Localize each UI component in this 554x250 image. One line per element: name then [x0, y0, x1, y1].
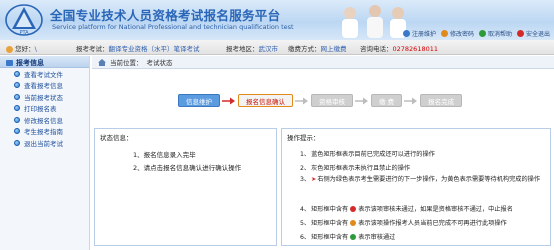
status-line: 2、请点击报名信息确认进行确认操作 [133, 164, 242, 172]
green-check-icon [350, 233, 357, 240]
svg-text:PTA: PTA [19, 30, 29, 36]
breadcrumb: 当前位置： 考试状态 [92, 56, 554, 69]
pta-logo-icon: PTA [5, 4, 43, 36]
sidebar-item-current-status[interactable]: 当前报考状态 [0, 91, 89, 103]
tips-panel: 操作提示： 1、 蓝色矩形框表示目前已完成还可以进行的操作 2、 灰色矩形框表示未执… [281, 128, 551, 246]
tip-line: 5、 矩形框中含有 表示该项操作报考人员当前已完成不可再进行此项操作 [300, 219, 507, 227]
bullet-icon [14, 116, 20, 123]
help-link[interactable]: 取消帮助 [478, 29, 512, 38]
red-arrow-icon: ➤ [311, 176, 317, 183]
status-panel: 状态信息： 1、报名信息录入完毕 2、请点击报名信息确认进行确认操作 [94, 128, 277, 246]
bullet-icon [14, 128, 20, 135]
progress-steps: 信息维护 报名信息确认 资格审核 缴 费 报名完成 [178, 94, 463, 107]
step-payment: 缴 费 [371, 94, 403, 107]
status-line: 1、报名信息录入完毕 [133, 151, 196, 159]
sidebar-item-guide[interactable]: 考生报考指南 [0, 126, 89, 138]
register-maintain-link[interactable]: 注册维护 [402, 29, 436, 38]
tip-line: 6、 矩形框中含有 表示审核通过 [300, 233, 396, 241]
header-banner: PTA 全国专业技术人员资格考试报名服务平台 Service platform … [0, 0, 554, 40]
step-complete: 报名完成 [420, 94, 463, 107]
key-icon [440, 30, 448, 37]
user-icon [402, 30, 410, 37]
site-title: 全国专业技术人员资格考试报名服务平台 [50, 8, 281, 23]
sidebar-header: 报考信息 [0, 56, 89, 68]
fee-info: 缴费方式：网上缴费 [288, 45, 347, 53]
tip-line: 4、 矩形框中含有 表示该项审核未通过，如果是资格审核不通过，中止报名 [300, 205, 513, 213]
step-info-maintain[interactable]: 信息维护 [178, 94, 220, 107]
tips-panel-title: 操作提示： [287, 134, 320, 142]
tip-line: 1、 蓝色矩形框表示目前已完成还可以进行的操作 [300, 151, 435, 158]
home-icon [98, 58, 106, 66]
arrow-right-icon [293, 97, 311, 105]
bullet-icon [14, 70, 20, 77]
step-qualification-review: 资格审核 [311, 94, 353, 107]
phone-info: 咨询电话：02782618011 [360, 45, 438, 53]
region-info: 报考地区：武汉市 [226, 45, 278, 53]
sidebar-item-view-exam-files[interactable]: 查看考试文件 [0, 68, 89, 80]
logout-link[interactable]: 安全退出 [516, 29, 550, 38]
arrow-right-icon [402, 97, 420, 105]
arrow-right-icon [220, 97, 238, 105]
sidebar-item-exit-exam[interactable]: 退出当前考试 [0, 137, 89, 149]
status-panel-title: 状态信息： [100, 134, 133, 142]
step-confirm-registration[interactable]: 报名信息确认 [238, 94, 293, 107]
help-icon [478, 30, 486, 37]
change-password-link[interactable]: 修改密码 [440, 29, 474, 38]
bullet-icon [14, 139, 20, 146]
orange-clock-icon [350, 219, 357, 226]
bullet-icon [14, 93, 20, 100]
red-x-icon [350, 205, 357, 212]
logout-icon [516, 30, 524, 37]
arrow-right-icon [353, 97, 371, 105]
tip-line: 3、 ➤ 右侧为绿色表示考生需要进行的下一步操作，为黄色表示需要等待机构完成的操作 [300, 176, 541, 183]
folder-icon [6, 59, 13, 66]
tip-line: 2、 灰色矩形框表示未执行且禁止的操作 [300, 165, 411, 172]
sidebar: 报考信息 查看考试文件 查看报考信息 当前报考状态 打印报名表 修改报名信息 考… [0, 56, 90, 250]
bullet-icon [14, 82, 20, 89]
welcome: 您好：\ [6, 43, 37, 53]
sidebar-item-print-form[interactable]: 打印报名表 [0, 103, 89, 115]
site-subtitle: Service platform for National Profession… [52, 23, 294, 31]
sidebar-item-view-registration[interactable]: 查看报考信息 [0, 80, 89, 92]
user-avatar-icon [6, 45, 13, 53]
header-links: 注册维护 修改密码 取消帮助 安全退出 [402, 29, 550, 38]
exam-info: 报考考试：翻译专业资格（水平）笔译考试 [76, 45, 200, 53]
user-info-bar: 您好：\ 报考考试：翻译专业资格（水平）笔译考试 报考地区：武汉市 缴费方式：网… [0, 40, 554, 55]
bullet-icon [14, 105, 20, 112]
sidebar-item-edit-registration[interactable]: 修改报名信息 [0, 114, 89, 126]
